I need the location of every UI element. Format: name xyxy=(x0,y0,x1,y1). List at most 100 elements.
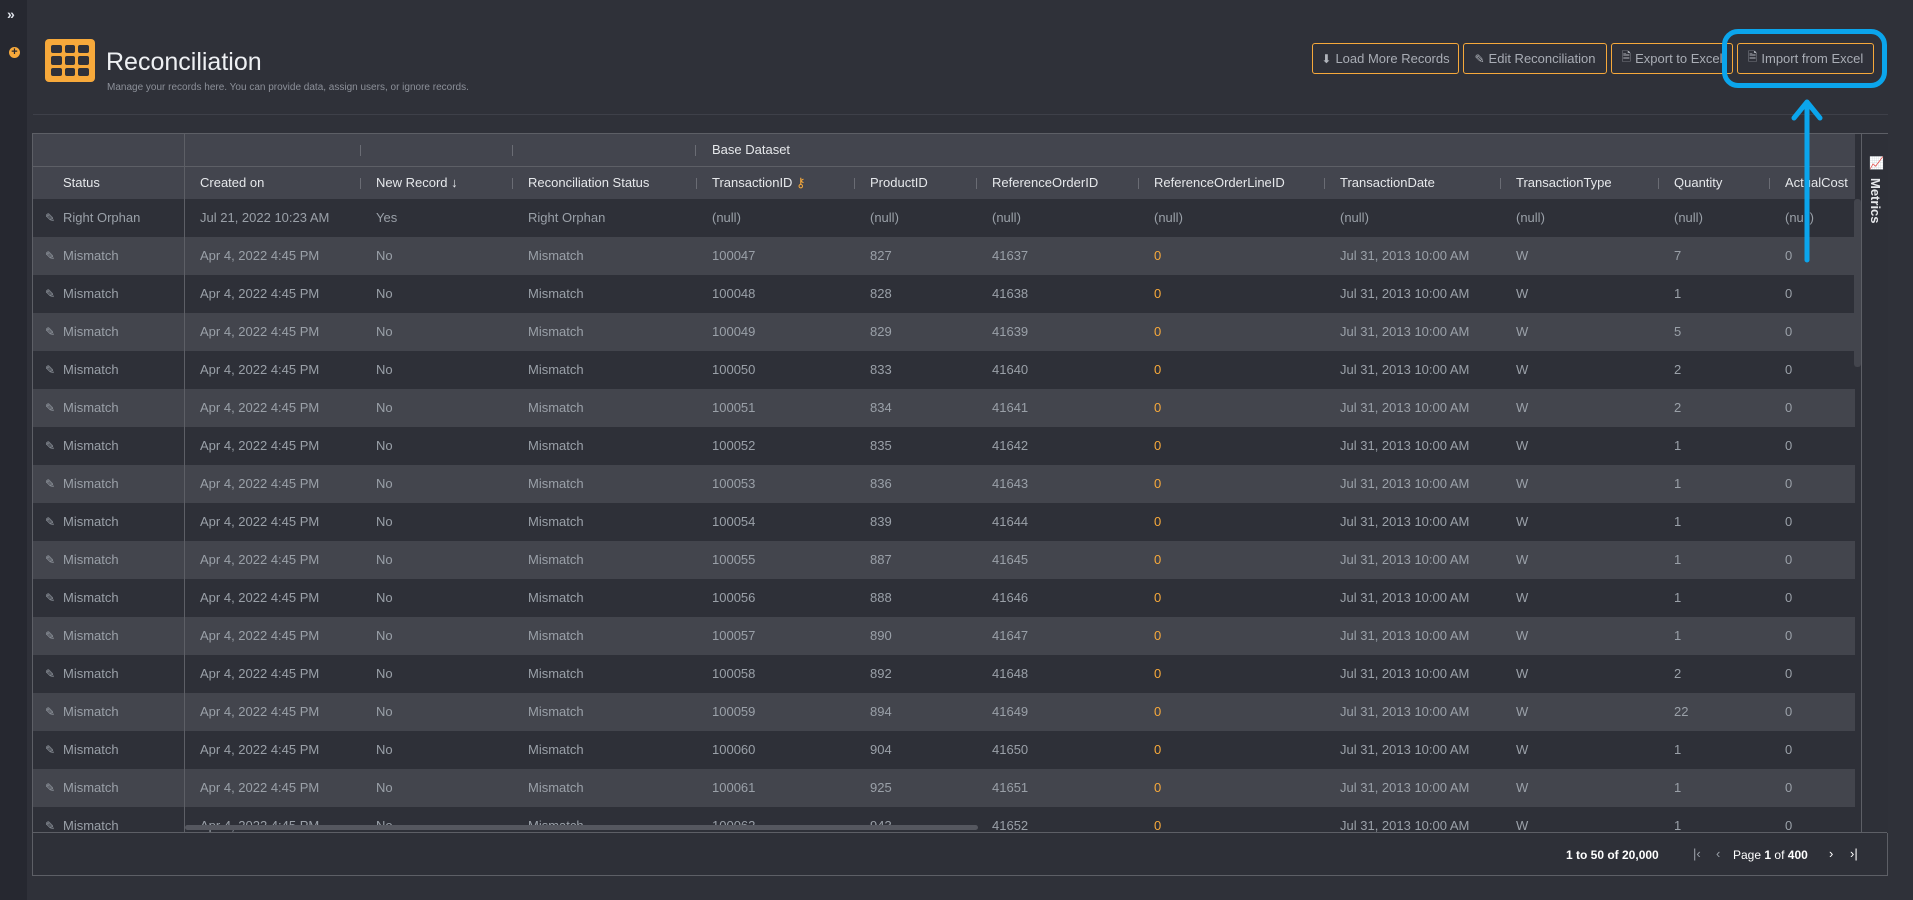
column-header-quantity[interactable]: Quantity xyxy=(1658,167,1722,199)
cell-ref-order-line-id: 0 xyxy=(1154,248,1162,263)
cell-ref-order-id: 41651 xyxy=(992,780,1029,795)
cell-transaction-id: 100054 xyxy=(712,514,756,529)
metrics-side-panel-tab[interactable]: 📈 Metrics xyxy=(1861,134,1888,833)
cell-ref-order-line-id: 0 xyxy=(1154,628,1162,643)
cell-quantity: 7 xyxy=(1674,248,1682,263)
table-row[interactable]: ✎MismatchApr 4, 2022 4:45 PMNoMismatch10… xyxy=(33,693,1855,731)
load-more-records-button[interactable]: ⬇ Load More Records xyxy=(1312,43,1459,74)
table-row[interactable]: ✎MismatchApr 4, 2022 4:45 PMNoMismatch10… xyxy=(33,465,1855,503)
cell-transaction-type: W xyxy=(1516,818,1529,833)
cell-status: Mismatch xyxy=(63,324,119,339)
first-page-icon[interactable]: |‹ xyxy=(1693,846,1701,861)
cell-ref-order-line-id: 0 xyxy=(1154,742,1162,757)
column-header-transaction-id[interactable]: TransactionID ⚷ xyxy=(696,167,806,199)
cell-created-on: Apr 4, 2022 4:45 PM xyxy=(200,514,320,529)
cell-transaction-type: W xyxy=(1516,286,1529,301)
cell-created-on: Apr 4, 2022 4:45 PM xyxy=(200,476,320,491)
cell-created-on: Apr 4, 2022 4:45 PM xyxy=(200,590,320,605)
cell-ref-order-id: 41643 xyxy=(992,476,1029,491)
cell-created-on: Apr 4, 2022 4:45 PM xyxy=(200,438,320,453)
column-header-rec-status[interactable]: Reconciliation Status xyxy=(512,167,649,199)
table-row[interactable]: ✎ Right Orphan Jul 21, 2022 10:23 AM Yes Rig… xyxy=(33,199,1855,237)
cell-product-id: 888 xyxy=(870,590,892,605)
cell-status: Mismatch xyxy=(63,628,119,643)
cell-new-record: No xyxy=(376,362,393,377)
excel-file-icon: 🗎 xyxy=(1621,50,1632,64)
previous-page-icon[interactable]: ‹ xyxy=(1716,846,1720,861)
cell-status: Mismatch xyxy=(63,438,119,453)
cell-new-record: No xyxy=(376,514,393,529)
table-row[interactable]: ✎MismatchApr 4, 2022 4:45 PMNoMismatch10… xyxy=(33,731,1855,769)
cell-ref-order-id: 41649 xyxy=(992,704,1029,719)
chevrons-right-icon[interactable]: » xyxy=(7,6,15,22)
next-page-icon[interactable]: › xyxy=(1829,846,1833,861)
cell-status: Mismatch xyxy=(63,248,119,263)
column-header-ref-order-line-id[interactable]: ReferenceOrderLineID xyxy=(1138,167,1285,199)
cell-transaction-id: 100047 xyxy=(712,248,756,263)
cell-rec-status: Mismatch xyxy=(528,552,584,567)
table-row[interactable]: ✎MismatchApr 4, 2022 4:45 PMNoMismatch10… xyxy=(33,579,1855,617)
cell-ref-order-id: 41646 xyxy=(992,590,1029,605)
table-row[interactable]: ✎MismatchApr 4, 2022 4:45 PMNoMismatch10… xyxy=(33,389,1855,427)
load-more-label: Load More Records xyxy=(1335,51,1450,66)
vertical-scrollbar[interactable] xyxy=(1854,199,1861,367)
column-header-transaction-type[interactable]: TransactionType xyxy=(1500,167,1612,199)
cell-transaction-id: 100052 xyxy=(712,438,756,453)
cell-transaction-id: 100058 xyxy=(712,666,756,681)
plus-circle-icon[interactable]: + xyxy=(9,47,20,58)
sort-descending-icon: ↓ xyxy=(447,175,458,190)
horizontal-scrollbar[interactable] xyxy=(185,825,978,830)
import-from-excel-button[interactable]: 🗎 Import from Excel xyxy=(1737,43,1874,74)
column-header-new-record[interactable]: New Record ↓ xyxy=(360,167,458,199)
cell-status: Mismatch xyxy=(63,704,119,719)
column-header-actual-cost[interactable]: ActualCost xyxy=(1769,167,1848,199)
cell-quantity: 5 xyxy=(1674,324,1682,339)
cell-quantity: 1 xyxy=(1674,514,1682,529)
cell-transaction-date: Jul 31, 2013 10:00 AM xyxy=(1340,324,1470,339)
column-header-transaction-date[interactable]: TransactionDate xyxy=(1324,167,1435,199)
table-row[interactable]: ✎MismatchApr 4, 2022 4:45 PMNoMismatch10… xyxy=(33,617,1855,655)
table-row[interactable]: ✎MismatchApr 4, 2022 4:45 PMNoMismatch10… xyxy=(33,237,1855,275)
cell-created-on: Apr 4, 2022 4:45 PM xyxy=(200,400,320,415)
cell-rec-status: Mismatch xyxy=(528,704,584,719)
cell-created-on: Apr 4, 2022 4:45 PM xyxy=(200,742,320,757)
cell-new-record: No xyxy=(376,666,393,681)
cell-ref-order-line-id: 0 xyxy=(1154,324,1162,339)
cell-actual-cost: 0 xyxy=(1785,666,1793,681)
cell-product-id: 887 xyxy=(870,552,892,567)
cell-ref-order-line-id: 0 xyxy=(1154,476,1162,491)
edit-reconciliation-button[interactable]: ✎ Edit Reconciliation xyxy=(1463,43,1607,74)
table-row[interactable]: ✎MismatchApr 4, 2022 4:45 PMNoMismatch10… xyxy=(33,769,1855,807)
table-row[interactable]: ✎MismatchApr 4, 2022 4:45 PMNoMismatch10… xyxy=(33,313,1855,351)
cell-transaction-date: Jul 31, 2013 10:00 AM xyxy=(1340,666,1470,681)
column-header-product-id[interactable]: ProductID xyxy=(854,167,928,199)
table-row[interactable]: ✎MismatchApr 4, 2022 4:45 PMNoMismatch10… xyxy=(33,275,1855,313)
cell-new-record: No xyxy=(376,248,393,263)
export-to-excel-button[interactable]: 🗎 Export to Excel xyxy=(1611,43,1733,74)
cell-transaction-id: 100059 xyxy=(712,704,756,719)
last-page-icon[interactable]: ›| xyxy=(1850,846,1858,861)
cell-actual-cost: 0 xyxy=(1785,590,1793,605)
cell-transaction-id: 100055 xyxy=(712,552,756,567)
table-row[interactable]: ✎MismatchApr 4, 2022 4:45 PMNoMismatch10… xyxy=(33,351,1855,389)
table-row[interactable]: ✎MismatchApr 4, 2022 4:45 PMNoMismatch10… xyxy=(33,427,1855,465)
cell-new-record: No xyxy=(376,476,393,491)
cell-ref-order-line-id: 0 xyxy=(1154,362,1162,377)
cell-created-on: Apr 4, 2022 4:45 PM xyxy=(200,628,320,643)
column-header-created-on[interactable]: Created on xyxy=(184,167,264,199)
table-row[interactable]: ✎MismatchApr 4, 2022 4:45 PMNoMismatch10… xyxy=(33,541,1855,579)
cell-new-record: No xyxy=(376,780,393,795)
table-row[interactable]: ✎MismatchApr 4, 2022 4:45 PMNoMismatch10… xyxy=(33,503,1855,541)
export-label: Export to Excel xyxy=(1635,51,1723,66)
cell-actual-cost: 0 xyxy=(1785,628,1793,643)
cell-transaction-date: Jul 31, 2013 10:00 AM xyxy=(1340,286,1470,301)
cell-transaction-date: Jul 31, 2013 10:00 AM xyxy=(1340,818,1470,833)
cell-status: Right Orphan xyxy=(63,210,141,225)
cell-product-id: 828 xyxy=(870,286,892,301)
column-header-ref-order-id[interactable]: ReferenceOrderID xyxy=(976,167,1098,199)
cell-quantity: 1 xyxy=(1674,476,1682,491)
cell-ref-order-line-id: 0 xyxy=(1154,400,1162,415)
cell-quantity: 1 xyxy=(1674,590,1682,605)
column-header-status[interactable]: Status xyxy=(47,167,100,199)
table-row[interactable]: ✎MismatchApr 4, 2022 4:45 PMNoMismatch10… xyxy=(33,655,1855,693)
